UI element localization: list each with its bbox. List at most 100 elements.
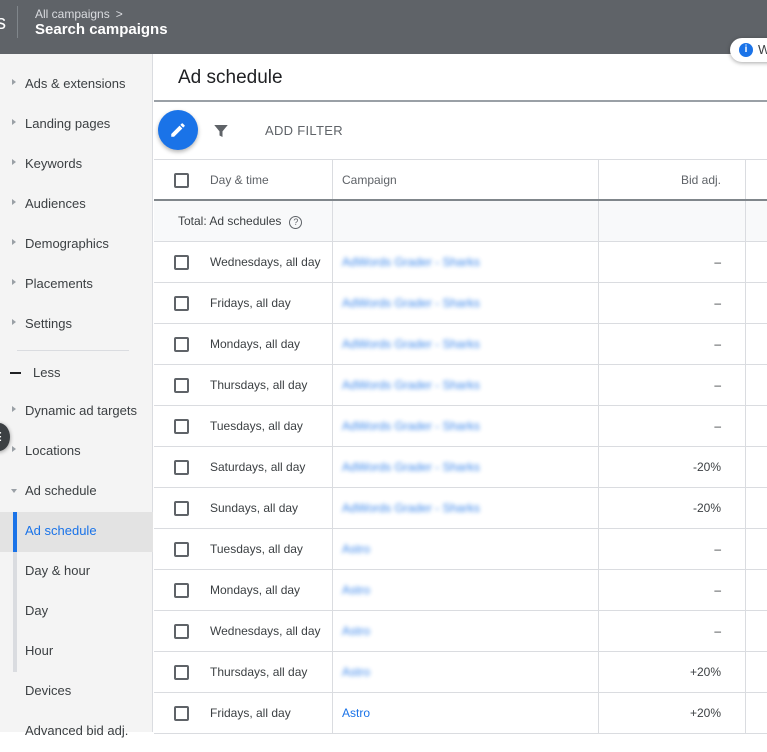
sidebar-less-toggle[interactable]: Less [0,358,153,390]
row-checkbox[interactable] [174,706,189,721]
row-checkbox[interactable] [174,501,189,516]
row-select-cell [154,693,198,733]
sidebar-item-locations[interactable]: Locations [0,432,153,472]
sidebar-item-label: Day [25,603,49,618]
extra-cell [745,693,767,733]
sidebar-item-demographics[interactable]: Demographics [0,225,153,265]
campaign-link[interactable]: AdWords Grader - Sharks [342,378,480,392]
campaign-link[interactable]: AdWords Grader - Sharks [342,460,480,474]
table-row: Wednesdays, all day Astro – [154,611,767,652]
campaign-cell: Astro [332,529,598,569]
select-all-checkbox[interactable] [174,173,189,188]
sidebar-subitem-hour[interactable]: Hour [0,632,153,672]
campaign-link[interactable]: Astro [342,583,370,597]
bid-adj-cell[interactable]: – [598,324,745,364]
sidebar-item-ad-schedule[interactable]: Ad schedule [0,472,153,512]
bid-adj-cell[interactable]: – [598,283,745,323]
page-header: Ad schedule [154,54,767,102]
row-checkbox[interactable] [174,255,189,270]
sidebar-item-devices[interactable]: Devices [0,672,153,712]
campaign-link[interactable]: Astro [342,706,370,720]
row-select-cell [154,242,198,282]
triangle-right-icon [12,239,16,245]
sidebar-item-settings[interactable]: Settings [0,305,153,345]
minus-icon [10,372,21,374]
sidebar-item-advanced-bid-adj[interactable]: Advanced bid adj. [0,712,153,752]
table-row: Saturdays, all day AdWords Grader - Shark… [154,447,767,488]
table-row: Thursdays, all day Astro +20% [154,652,767,693]
campaign-link[interactable]: Astro [342,542,370,556]
campaign-link[interactable]: AdWords Grader - Sharks [342,501,480,515]
sidebar-item-audiences[interactable]: Audiences [0,185,153,225]
column-header-day-time[interactable]: Day & time [210,160,330,199]
row-select-cell [154,611,198,651]
extra-cell [745,324,767,364]
sidebar-item-landing-pages[interactable]: Landing pages [0,105,153,145]
filter-icon[interactable] [212,122,230,140]
row-checkbox[interactable] [174,296,189,311]
active-indicator [13,512,17,552]
breadcrumb-all-campaigns[interactable]: All campaigns [35,7,110,21]
total-label-cell: Total: Ad schedules? [178,201,328,241]
campaign-link[interactable]: Astro [342,665,370,679]
triangle-right-icon [12,279,16,285]
sidebar-item-keywords[interactable]: Keywords [0,145,153,185]
bid-adj-cell[interactable]: – [598,529,745,569]
campaign-link[interactable]: AdWords Grader - Sharks [342,419,480,433]
row-select-cell [154,324,198,364]
breadcrumb[interactable]: All campaigns > [35,7,123,21]
triangle-down-icon [11,489,17,493]
column-header-campaign[interactable]: Campaign [332,160,598,199]
row-checkbox[interactable] [174,419,189,434]
bid-adj-cell[interactable]: – [598,570,745,610]
sidebar-item-label: Devices [25,683,72,698]
extra-cell [745,406,767,446]
app-logo[interactable]: s [0,12,6,35]
campaign-link[interactable]: AdWords Grader - Sharks [342,255,480,269]
campaign-cell: AdWords Grader - Sharks [332,283,598,323]
bid-adj-cell[interactable]: – [598,365,745,405]
table-header-row: Day & time Campaign Bid adj. [154,160,767,201]
bid-adj-cell[interactable]: – [598,406,745,446]
sidebar-item-label: Dynamic ad targets [25,403,137,418]
campaign-cell: Astro [332,570,598,610]
sidebar-subitem-day-hour[interactable]: Day & hour [0,552,153,592]
row-checkbox[interactable] [174,542,189,557]
row-checkbox[interactable] [174,624,189,639]
table-row: Thursdays, all day AdWords Grader - Shark… [154,365,767,406]
sidebar-item-dynamic-ad-targets[interactable]: Dynamic ad targets [0,392,153,432]
row-checkbox[interactable] [174,337,189,352]
bid-adj-cell[interactable]: +20% [598,693,745,733]
triangle-right-icon [12,159,16,165]
bid-adj-cell[interactable]: -20% [598,488,745,528]
campaign-link[interactable]: Astro [342,624,370,638]
extra-cell [745,529,767,569]
bid-adj-cell[interactable]: -20% [598,447,745,487]
bid-adj-cell[interactable]: – [598,611,745,651]
row-checkbox[interactable] [174,665,189,680]
help-icon[interactable]: ? [289,216,303,229]
sidebar-subitem-day[interactable]: Day [0,592,153,632]
notification-chip[interactable]: i W [730,38,767,62]
bid-adj-cell[interactable]: – [598,242,745,282]
edit-button[interactable] [158,110,198,150]
column-header-bid-adj[interactable]: Bid adj. [598,160,745,199]
row-select-cell [154,488,198,528]
campaign-link[interactable]: AdWords Grader - Sharks [342,296,480,310]
row-checkbox[interactable] [174,460,189,475]
row-checkbox[interactable] [174,583,189,598]
sidebar-subitem-ad-schedule[interactable]: Ad schedule [0,512,153,552]
row-checkbox[interactable] [174,378,189,393]
triangle-right-icon [12,119,16,125]
day-time-cell: Thursdays, all day [210,665,308,679]
extra-cell [745,447,767,487]
campaign-link[interactable]: AdWords Grader - Sharks [342,337,480,351]
table-row: Mondays, all day Astro – [154,570,767,611]
sidebar-item-ads-extensions[interactable]: Ads & extensions [0,65,153,105]
row-select-cell [154,652,198,692]
add-filter-button[interactable]: ADD FILTER [265,123,343,138]
bid-adj-cell[interactable]: +20% [598,652,745,692]
campaign-title[interactable]: Search campaigns [35,21,168,38]
sidebar-item-placements[interactable]: Placements [0,265,153,305]
sidebar-item-label: Keywords [25,156,83,171]
